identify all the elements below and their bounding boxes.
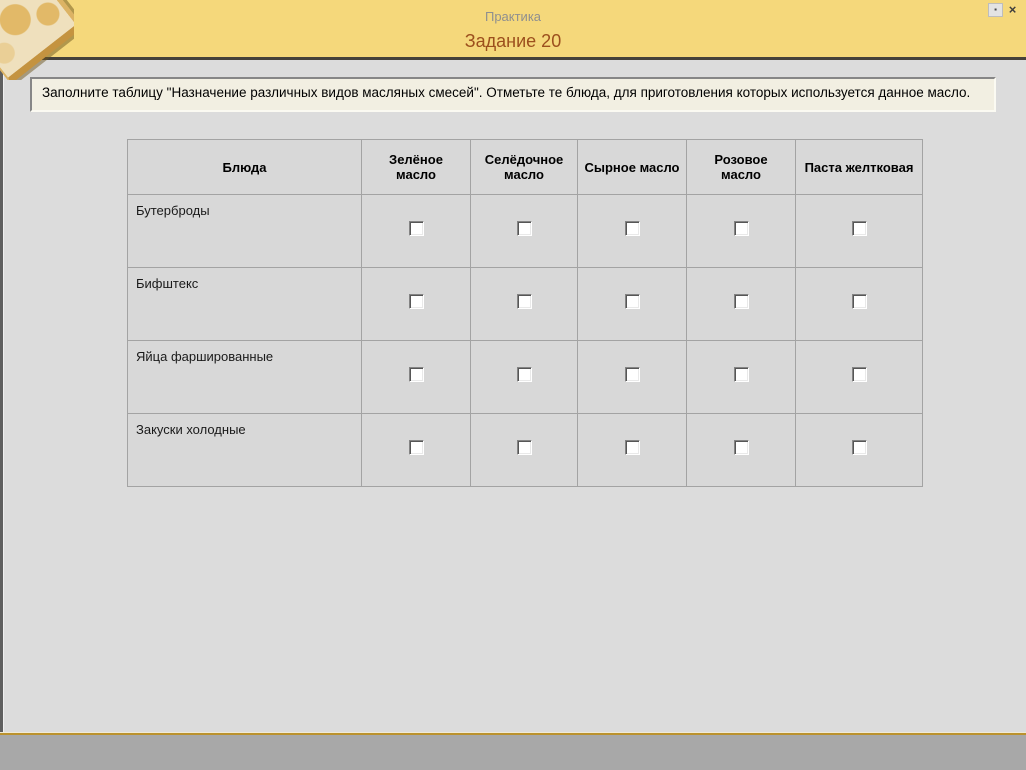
checkbox-r4c2[interactable] [517,440,532,455]
table-cell [687,341,796,414]
column-header-herring-butter: Селёдочное масло [471,140,578,195]
checkbox-r3c2[interactable] [517,367,532,382]
table-cell [578,414,687,487]
checkbox-r3c4[interactable] [734,367,749,382]
table-header-row: Блюда Зелёное масло Селёдочное масло Сыр… [128,140,923,195]
checkbox-r2c3[interactable] [625,294,640,309]
checkbox-r2c2[interactable] [517,294,532,309]
window-controls: ▪ × [988,3,1019,17]
table-cell [362,414,471,487]
table-cell [796,414,923,487]
checkbox-r1c2[interactable] [517,221,532,236]
table-row: Бутерброды [128,195,923,268]
close-icon[interactable]: × [1006,3,1019,15]
window-left-edge [0,60,3,733]
row-label: Бутерброды [128,195,362,268]
table-cell [687,195,796,268]
checkbox-r1c4[interactable] [734,221,749,236]
table-cell [578,268,687,341]
table-cell [578,341,687,414]
column-header-green-butter: Зелёное масло [362,140,471,195]
checkbox-r2c1[interactable] [409,294,424,309]
table-cell [362,268,471,341]
table-cell [471,268,578,341]
application-window: Практика Задание 20 ▪ × Заполните таблиц… [0,0,1026,770]
footer-bar [0,733,1026,770]
table-cell [362,195,471,268]
table-cell [471,195,578,268]
row-label: Закуски холодные [128,414,362,487]
column-header-dishes: Блюда [128,140,362,195]
checkbox-r1c1[interactable] [409,221,424,236]
instruction-text: Заполните таблицу "Назначение различных … [30,77,996,112]
column-header-yolk-paste: Паста желтковая [796,140,923,195]
checkbox-r2c5[interactable] [852,294,867,309]
minimize-icon[interactable]: ▪ [988,3,1003,17]
table-cell [687,414,796,487]
column-header-pink-butter: Розовое масло [687,140,796,195]
checkbox-r2c4[interactable] [734,294,749,309]
checkbox-r4c1[interactable] [409,440,424,455]
checkbox-r3c5[interactable] [852,367,867,382]
checkbox-r3c1[interactable] [409,367,424,382]
table-cell [362,341,471,414]
checkbox-r3c3[interactable] [625,367,640,382]
checkbox-r4c5[interactable] [852,440,867,455]
table-cell [796,268,923,341]
table-row: Закуски холодные [128,414,923,487]
table-cell [796,341,923,414]
app-title: Практика [0,9,1026,24]
table-row: Бифштекс [128,268,923,341]
table-cell [687,268,796,341]
row-label: Яйца фаршированные [128,341,362,414]
table-row: Яйца фаршированные [128,341,923,414]
table-cell [471,341,578,414]
table-cell [578,195,687,268]
header-banner: Практика Задание 20 [0,0,1026,60]
table-cell [471,414,578,487]
column-header-cheese-butter: Сырное масло [578,140,687,195]
dishes-table: Блюда Зелёное масло Селёдочное масло Сыр… [127,139,923,487]
checkbox-r4c4[interactable] [734,440,749,455]
row-label: Бифштекс [128,268,362,341]
table-cell [796,195,923,268]
checkbox-r1c3[interactable] [625,221,640,236]
task-title: Задание 20 [0,31,1026,52]
checkbox-r4c3[interactable] [625,440,640,455]
checkbox-r1c5[interactable] [852,221,867,236]
